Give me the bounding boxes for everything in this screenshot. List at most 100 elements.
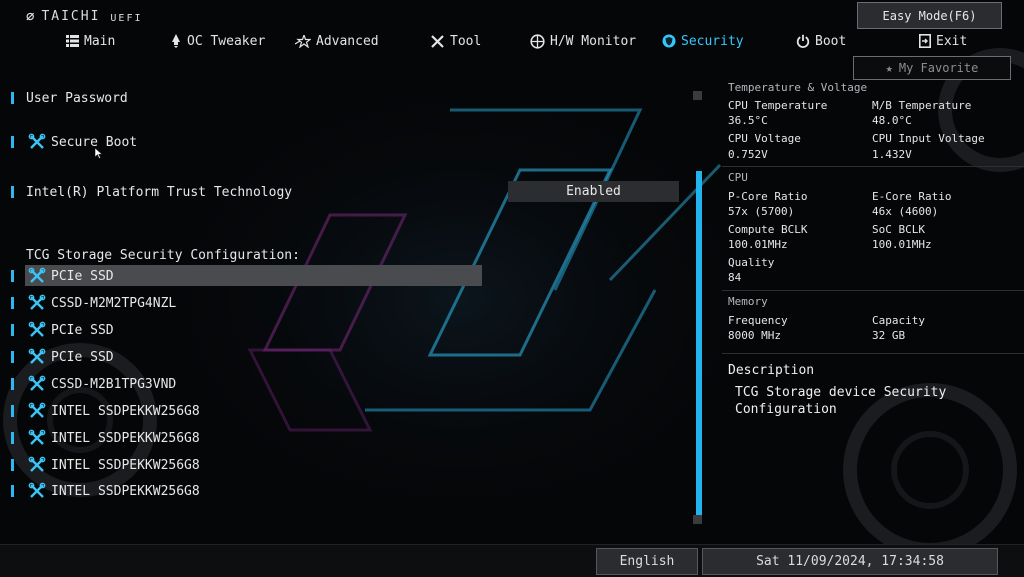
item-marker xyxy=(11,324,14,336)
frequency-value: 8000 MHz xyxy=(728,329,781,342)
tab-oc-tweaker[interactable]: OC Tweaker xyxy=(170,30,265,52)
item-marker xyxy=(11,405,14,417)
device-label: PCIe SSD xyxy=(51,322,114,338)
item-marker xyxy=(11,92,14,104)
tab-main[interactable]: Main xyxy=(66,30,115,52)
tab-tool[interactable]: Tool xyxy=(430,30,481,52)
temp-voltage-title: Temperature & Voltage xyxy=(728,81,868,94)
wrench-icon xyxy=(28,375,46,397)
device-label: CSSD-M2B1TPG3VND xyxy=(51,376,177,392)
uefi-label: UEFI xyxy=(110,13,143,24)
cpu-voltage-value: 0.752V xyxy=(728,148,768,161)
tab-boot-label: Boot xyxy=(815,33,847,49)
rocket-icon xyxy=(170,34,182,48)
scroll-up-button[interactable] xyxy=(693,91,702,100)
pcore-label: P-Core Ratio xyxy=(728,190,808,203)
wrench-icon xyxy=(28,321,46,343)
menu-item-secure-boot[interactable]: Secure Boot xyxy=(0,132,690,152)
soc-bclk-label: SoC BCLK xyxy=(872,223,925,236)
menu-item-user-password[interactable]: User Password xyxy=(0,88,690,108)
wrench-icon xyxy=(28,402,46,424)
power-icon xyxy=(796,34,810,48)
menu-item-label: User Password xyxy=(26,90,128,106)
wrench-icon xyxy=(28,456,46,478)
wrench-icon xyxy=(28,429,46,451)
wrench-icon xyxy=(28,482,46,504)
divider xyxy=(722,353,1024,354)
scrollbar-thumb[interactable] xyxy=(696,171,702,515)
exit-icon xyxy=(919,34,931,48)
tab-main-label: Main xyxy=(84,33,116,49)
menu-item-label: Intel(R) Platform Trust Technology xyxy=(26,184,293,200)
item-marker xyxy=(11,485,14,497)
mb-temp-label: M/B Temperature xyxy=(872,99,972,112)
description-title: Description xyxy=(728,363,815,378)
device-label: PCIe SSD xyxy=(51,349,114,365)
wrench-icon xyxy=(28,133,46,155)
tab-security[interactable]: Security xyxy=(662,30,744,52)
tcg-section-header: TCG Storage Security Configuration: xyxy=(26,248,300,263)
item-marker xyxy=(11,432,14,444)
item-marker xyxy=(11,270,14,282)
mouse-cursor-icon xyxy=(95,148,103,159)
ecore-value: 46x (4600) xyxy=(872,205,939,218)
asrock-taichi-logo: ⌀ TAICHI UEFI xyxy=(26,8,143,24)
tab-advanced-label: Advanced xyxy=(316,33,379,49)
item-marker xyxy=(11,297,14,309)
tab-hw-monitor[interactable]: H/W Monitor xyxy=(530,30,636,52)
item-marker xyxy=(11,351,14,363)
tab-advanced[interactable]: Advanced xyxy=(295,30,379,52)
capacity-value: 32 GB xyxy=(872,329,906,342)
cpu-voltage-label: CPU Voltage xyxy=(728,132,801,145)
star-icon: ★ xyxy=(885,61,893,75)
cpu-title: CPU xyxy=(728,171,748,184)
device-label: INTEL SSDPEKKW256G8 xyxy=(51,483,200,499)
device-item-4[interactable]: PCIe SSD xyxy=(0,347,690,367)
device-label: INTEL SSDPEKKW256G8 xyxy=(51,403,200,419)
shield-icon xyxy=(662,34,676,48)
compute-bclk-value: 100.01MHz xyxy=(728,238,788,251)
item-marker xyxy=(11,186,14,198)
mb-temp-value: 48.0°C xyxy=(872,114,912,127)
tab-exit-label: Exit xyxy=(936,33,968,49)
taichi-logo-icon: ⌀ xyxy=(26,8,36,24)
description-text: TCG Storage device Security Configuratio… xyxy=(735,385,947,417)
compute-bclk-label: Compute BCLK xyxy=(728,223,808,236)
brand-name: TAICHI xyxy=(41,9,101,24)
device-item-1[interactable]: PCIe SSD xyxy=(0,265,690,286)
tab-hw-monitor-label: H/W Monitor xyxy=(550,33,637,49)
device-label: CSSD-M2M2TPG4NZL xyxy=(51,295,177,311)
memory-title: Memory xyxy=(728,295,768,308)
tools-icon xyxy=(430,34,445,49)
device-item-2[interactable]: CSSD-M2M2TPG4NZL xyxy=(0,293,690,313)
item-marker xyxy=(11,378,14,390)
divider xyxy=(722,166,1024,167)
item-marker xyxy=(11,459,14,471)
device-label: INTEL SSDPEKKW256G8 xyxy=(51,457,200,473)
tab-security-label: Security xyxy=(681,33,744,49)
easy-mode-button[interactable]: Easy Mode(F6) xyxy=(857,2,1002,29)
date-time-display: Sat 11/09/2024, 17:34:58 xyxy=(702,548,998,575)
cpu-temp-label: CPU Temperature xyxy=(728,99,828,112)
language-button[interactable]: English xyxy=(596,548,698,575)
intel-ptt-value-select[interactable]: Enabled xyxy=(508,181,679,202)
quality-label: Quality xyxy=(728,256,775,269)
frequency-label: Frequency xyxy=(728,314,788,327)
ecore-label: E-Core Ratio xyxy=(872,190,952,203)
pcore-value: 57x (5700) xyxy=(728,205,795,218)
tab-exit[interactable]: Exit xyxy=(919,30,967,52)
monitor-icon xyxy=(530,33,545,49)
my-favorite-button[interactable]: ★ My Favorite xyxy=(853,56,1011,80)
device-item-3[interactable]: PCIe SSD xyxy=(0,320,690,340)
quality-value: 84 xyxy=(728,271,742,284)
tab-tool-label: Tool xyxy=(450,33,482,49)
cpu-input-voltage-value: 1.432V xyxy=(872,148,912,161)
device-item-6[interactable]: INTEL SSDPEKKW256G8 xyxy=(0,401,690,421)
tab-boot[interactable]: Boot xyxy=(796,30,846,52)
scroll-down-button[interactable] xyxy=(693,515,702,524)
divider xyxy=(722,290,1024,291)
device-item-9[interactable]: INTEL SSDPEKKW256G8 xyxy=(0,481,690,501)
device-item-8[interactable]: INTEL SSDPEKKW256G8 xyxy=(0,455,690,475)
device-item-5[interactable]: CSSD-M2B1TPG3VND xyxy=(0,374,690,394)
device-item-7[interactable]: INTEL SSDPEKKW256G8 xyxy=(0,428,690,448)
